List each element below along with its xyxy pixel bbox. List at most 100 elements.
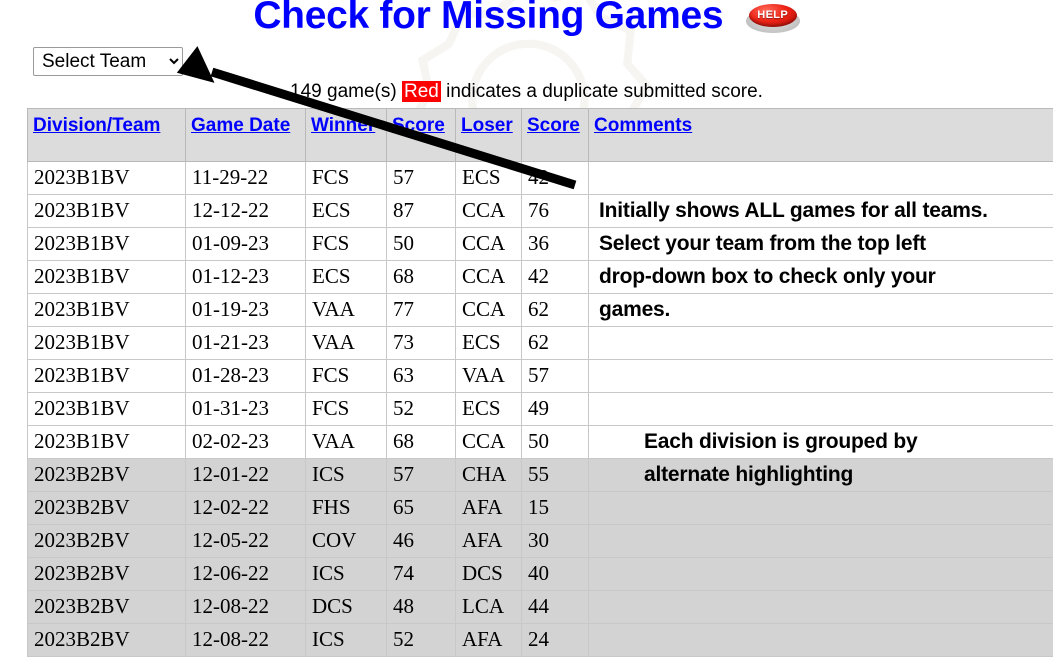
winner-score-cell: 46	[386, 524, 456, 558]
winner-cell: FCS	[305, 359, 387, 393]
table-row: 2023B1BV 11-29-22 FCS 57 ECS 42	[27, 161, 1053, 195]
page-header: Check for Missing Games HELP	[0, 0, 1053, 42]
loser-cell: DCS	[455, 557, 522, 591]
column-header-loser: Loser	[455, 108, 522, 162]
sort-link-winner[interactable]: Winner	[311, 115, 375, 137]
division-cell: 2023B1BV	[27, 326, 186, 360]
loser-score-cell: 44	[521, 590, 589, 624]
winner-cell: VAA	[305, 293, 387, 327]
table-row: 2023B1BV 02-02-23 VAA 68 CCA 50 Each division …	[27, 425, 1053, 459]
comments-cell: games.	[588, 293, 1053, 327]
winner-cell: VAA	[305, 326, 387, 360]
date-cell: 01-09-23	[185, 227, 306, 261]
division-cell: 2023B1BV	[27, 293, 186, 327]
winner-cell: DCS	[305, 590, 387, 624]
sort-link-division[interactable]: Division/Team	[33, 115, 160, 137]
table-row: 2023B1BV 12-12-22 ECS 87 CCA 76 Initially show…	[27, 194, 1053, 228]
loser-cell: CCA	[455, 194, 522, 228]
winner-cell: FHS	[305, 491, 387, 525]
loser-cell: CHA	[455, 458, 522, 492]
table-row: 2023B2BV 12-02-22 FHS 65 AFA 15	[27, 491, 1053, 525]
date-cell: 01-19-23	[185, 293, 306, 327]
comments-cell	[588, 623, 1053, 657]
winner-score-cell: 68	[386, 260, 456, 294]
date-cell: 02-02-23	[185, 425, 306, 459]
winner-score-cell: 63	[386, 359, 456, 393]
division-cell: 2023B1BV	[27, 161, 186, 195]
winner-score-cell: 65	[386, 491, 456, 525]
loser-cell: AFA	[455, 524, 522, 558]
comments-cell	[588, 359, 1053, 393]
sort-link-winner-score[interactable]: Score	[392, 115, 445, 137]
loser-score-cell: 36	[521, 227, 589, 261]
winner-score-cell: 77	[386, 293, 456, 327]
division-cell: 2023B2BV	[27, 491, 186, 525]
comments-cell: alternate highlighting	[588, 458, 1053, 492]
games-table: Division/Team Game Date Winner Score Los…	[27, 108, 1053, 657]
table-row: 2023B2BV 12-05-22 COV 46 AFA 30	[27, 524, 1053, 558]
division-cell: 2023B1BV	[27, 260, 186, 294]
winner-cell: FCS	[305, 392, 387, 426]
date-cell: 12-08-22	[185, 623, 306, 657]
winner-cell: FCS	[305, 161, 387, 195]
table-row: 2023B2BV 12-06-22 ICS 74 DCS 40	[27, 557, 1053, 591]
table-row: 2023B1BV 01-09-23 FCS 50 CCA 36 Select your te…	[27, 227, 1053, 261]
loser-score-cell: 40	[521, 557, 589, 591]
team-select-dropdown[interactable]: Select Team	[33, 47, 183, 76]
loser-cell: AFA	[455, 623, 522, 657]
winner-score-cell: 57	[386, 161, 456, 195]
date-cell: 12-02-22	[185, 491, 306, 525]
division-cell: 2023B2BV	[27, 524, 186, 558]
help-icon-label: HELP	[757, 9, 789, 21]
table-row: 2023B1BV 01-21-23 VAA 73 ECS 62	[27, 326, 1053, 360]
loser-cell: CCA	[455, 227, 522, 261]
division-cell: 2023B1BV	[27, 194, 186, 228]
date-cell: 01-12-23	[185, 260, 306, 294]
loser-cell: VAA	[455, 359, 522, 393]
game-count-text: 149 game(s)	[290, 81, 397, 102]
winner-score-cell: 50	[386, 227, 456, 261]
sort-link-game-date[interactable]: Game Date	[191, 115, 290, 137]
date-cell: 11-29-22	[185, 161, 306, 195]
column-header-comments: Comments	[588, 108, 1053, 162]
winner-cell: FCS	[305, 227, 387, 261]
winner-cell: ICS	[305, 623, 387, 657]
comments-cell: Each division is grouped by	[588, 425, 1053, 459]
loser-score-cell: 42	[521, 161, 589, 195]
loser-score-cell: 55	[521, 458, 589, 492]
division-cell: 2023B1BV	[27, 392, 186, 426]
loser-cell: CCA	[455, 260, 522, 294]
winner-score-cell: 57	[386, 458, 456, 492]
column-header-game-date: Game Date	[185, 108, 306, 162]
date-cell: 12-08-22	[185, 590, 306, 624]
comments-cell: Initially shows ALL games for all teams.	[588, 194, 1053, 228]
page-title: Check for Missing Games	[253, 0, 724, 37]
winner-score-cell: 87	[386, 194, 456, 228]
date-cell: 01-28-23	[185, 359, 306, 393]
loser-cell: AFA	[455, 491, 522, 525]
date-cell: 01-31-23	[185, 392, 306, 426]
loser-cell: ECS	[455, 326, 522, 360]
loser-score-cell: 50	[521, 425, 589, 459]
winner-score-cell: 68	[386, 425, 456, 459]
column-header-winner-score: Score	[386, 108, 456, 162]
date-cell: 12-12-22	[185, 194, 306, 228]
table-header: Division/Team Game Date Winner Score Los…	[27, 108, 1053, 162]
help-icon[interactable]: HELP	[745, 2, 800, 34]
loser-cell: LCA	[455, 590, 522, 624]
sort-link-loser-score[interactable]: Score	[527, 115, 580, 137]
division-cell: 2023B2BV	[27, 623, 186, 657]
table-row: 2023B1BV 01-12-23 ECS 68 CCA 42 drop-down box …	[27, 260, 1053, 294]
winner-cell: ECS	[305, 194, 387, 228]
comments-cell	[588, 557, 1053, 591]
sort-link-loser[interactable]: Loser	[461, 115, 513, 137]
winner-score-cell: 48	[386, 590, 456, 624]
table-row: 2023B2BV 12-08-22 DCS 48 LCA 44	[27, 590, 1053, 624]
table-header-row: Division/Team Game Date Winner Score Los…	[27, 108, 1053, 162]
duplicate-legend-badge: Red	[401, 81, 441, 102]
comments-cell	[588, 491, 1053, 525]
loser-score-cell: 76	[521, 194, 589, 228]
sort-link-comments[interactable]: Comments	[594, 115, 692, 137]
division-cell: 2023B2BV	[27, 590, 186, 624]
column-header-winner: Winner	[305, 108, 387, 162]
